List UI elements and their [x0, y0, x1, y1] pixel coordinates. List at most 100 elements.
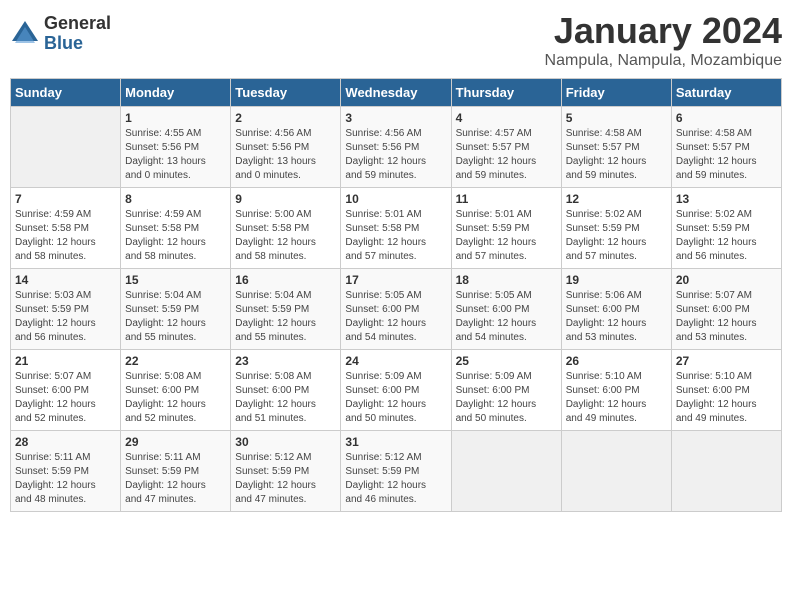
calendar-cell: 21 Sunrise: 5:07 AMSunset: 6:00 PMDayligh… — [11, 350, 121, 431]
calendar-week-row: 7Sunrise: 4:59 AMSunset: 5:58 PMDaylight… — [11, 188, 782, 269]
calendar-cell: 28 Sunrise: 5:11 AMSunset: 5:59 PMDayligh… — [11, 431, 121, 512]
day-number: 5 — [566, 111, 667, 125]
day-number: 20 — [676, 273, 777, 287]
calendar-cell: 20Sunrise: 5:07 AMSunset: 6:00 PMDayligh… — [671, 269, 781, 350]
calendar-cell: 29 Sunrise: 5:11 AMSunset: 5:59 PMDayligh… — [121, 431, 231, 512]
day-number: 8 — [125, 192, 226, 206]
day-number: 26 — [566, 354, 667, 368]
day-info: Sunrise: 5:09 AMSunset: 6:00 PMDaylight:… — [345, 370, 446, 426]
day-info: Sunrise: 5:07 AMSunset: 6:00 PMDaylight:… — [15, 370, 116, 426]
calendar-body: 1Sunrise: 4:55 AMSunset: 5:56 PMDaylight… — [11, 107, 782, 512]
header-row: SundayMondayTuesdayWednesdayThursdayFrid… — [11, 79, 782, 107]
logo-text: General Blue — [44, 14, 111, 54]
day-info: Sunrise: 4:58 AMSunset: 5:57 PMDaylight:… — [676, 127, 777, 183]
day-number: 22 — [125, 354, 226, 368]
calendar-cell: 11 Sunrise: 5:01 AMSunset: 5:59 PMDayligh… — [451, 188, 561, 269]
day-info: Sunrise: 5:11 AMSunset: 5:59 PMDaylight:… — [15, 451, 116, 507]
day-info: Sunrise: 5:10 AMSunset: 6:00 PMDaylight:… — [676, 370, 777, 426]
calendar-cell — [451, 431, 561, 512]
calendar-cell: 26 Sunrise: 5:10 AMSunset: 6:00 PMDayligh… — [561, 350, 671, 431]
calendar-cell: 27 Sunrise: 5:10 AMSunset: 6:00 PMDayligh… — [671, 350, 781, 431]
day-info: Sunrise: 5:02 AMSunset: 5:59 PMDaylight:… — [676, 208, 777, 264]
day-number: 9 — [235, 192, 336, 206]
calendar-table: SundayMondayTuesdayWednesdayThursdayFrid… — [10, 78, 782, 512]
header-cell-thursday: Thursday — [451, 79, 561, 107]
day-info: Sunrise: 5:01 AMSunset: 5:58 PMDaylight:… — [345, 208, 446, 264]
day-info: Sunrise: 5:04 AMSunset: 5:59 PMDaylight:… — [125, 289, 226, 345]
day-number: 31 — [345, 435, 446, 449]
day-info: Sunrise: 5:10 AMSunset: 6:00 PMDaylight:… — [566, 370, 667, 426]
day-info: Sunrise: 5:00 AMSunset: 5:58 PMDaylight:… — [235, 208, 336, 264]
day-number: 18 — [456, 273, 557, 287]
day-info: Sunrise: 5:02 AMSunset: 5:59 PMDaylight:… — [566, 208, 667, 264]
day-info: Sunrise: 5:08 AMSunset: 6:00 PMDaylight:… — [235, 370, 336, 426]
calendar-cell: 25Sunrise: 5:09 AMSunset: 6:00 PMDayligh… — [451, 350, 561, 431]
calendar-cell — [11, 107, 121, 188]
day-number: 30 — [235, 435, 336, 449]
calendar-cell: 8 Sunrise: 4:59 AMSunset: 5:58 PMDaylight… — [121, 188, 231, 269]
header-cell-saturday: Saturday — [671, 79, 781, 107]
calendar-cell: 4 Sunrise: 4:57 AMSunset: 5:57 PMDaylight… — [451, 107, 561, 188]
day-info: Sunrise: 5:01 AMSunset: 5:59 PMDaylight:… — [456, 208, 557, 264]
day-number: 15 — [125, 273, 226, 287]
day-number: 27 — [676, 354, 777, 368]
header-cell-tuesday: Tuesday — [231, 79, 341, 107]
calendar-cell: 19 Sunrise: 5:06 AMSunset: 6:00 PMDayligh… — [561, 269, 671, 350]
calendar-cell: 13Sunrise: 5:02 AMSunset: 5:59 PMDayligh… — [671, 188, 781, 269]
day-info: Sunrise: 4:59 AMSunset: 5:58 PMDaylight:… — [125, 208, 226, 264]
day-info: Sunrise: 5:09 AMSunset: 6:00 PMDaylight:… — [456, 370, 557, 426]
day-number: 28 — [15, 435, 116, 449]
day-info: Sunrise: 5:12 AMSunset: 5:59 PMDaylight:… — [345, 451, 446, 507]
day-number: 2 — [235, 111, 336, 125]
day-number: 16 — [235, 273, 336, 287]
calendar-cell: 7Sunrise: 4:59 AMSunset: 5:58 PMDaylight… — [11, 188, 121, 269]
day-info: Sunrise: 4:56 AMSunset: 5:56 PMDaylight:… — [235, 127, 336, 183]
day-info: Sunrise: 5:04 AMSunset: 5:59 PMDaylight:… — [235, 289, 336, 345]
header-cell-friday: Friday — [561, 79, 671, 107]
title-area: January 2024 Nampula, Nampula, Mozambiqu… — [545, 10, 782, 70]
day-number: 1 — [125, 111, 226, 125]
calendar-week-row: 21 Sunrise: 5:07 AMSunset: 6:00 PMDayligh… — [11, 350, 782, 431]
calendar-cell: 23 Sunrise: 5:08 AMSunset: 6:00 PMDayligh… — [231, 350, 341, 431]
day-number: 6 — [676, 111, 777, 125]
day-info: Sunrise: 4:57 AMSunset: 5:57 PMDaylight:… — [456, 127, 557, 183]
calendar-cell: 24Sunrise: 5:09 AMSunset: 6:00 PMDayligh… — [341, 350, 451, 431]
day-number: 10 — [345, 192, 446, 206]
day-number: 11 — [456, 192, 557, 206]
day-info: Sunrise: 5:05 AMSunset: 6:00 PMDaylight:… — [456, 289, 557, 345]
calendar-cell: 31 Sunrise: 5:12 AMSunset: 5:59 PMDayligh… — [341, 431, 451, 512]
day-number: 14 — [15, 273, 116, 287]
calendar-cell: 22Sunrise: 5:08 AMSunset: 6:00 PMDayligh… — [121, 350, 231, 431]
header-cell-monday: Monday — [121, 79, 231, 107]
header: General Blue January 2024 Nampula, Nampu… — [10, 10, 782, 70]
calendar-cell: 10 Sunrise: 5:01 AMSunset: 5:58 PMDayligh… — [341, 188, 451, 269]
calendar-header: SundayMondayTuesdayWednesdayThursdayFrid… — [11, 79, 782, 107]
calendar-week-row: 28 Sunrise: 5:11 AMSunset: 5:59 PMDayligh… — [11, 431, 782, 512]
day-info: Sunrise: 5:05 AMSunset: 6:00 PMDaylight:… — [345, 289, 446, 345]
calendar-cell: 18 Sunrise: 5:05 AMSunset: 6:00 PMDayligh… — [451, 269, 561, 350]
calendar-cell: 2 Sunrise: 4:56 AMSunset: 5:56 PMDaylight… — [231, 107, 341, 188]
day-number: 21 — [15, 354, 116, 368]
day-number: 19 — [566, 273, 667, 287]
calendar-cell: 6 Sunrise: 4:58 AMSunset: 5:57 PMDaylight… — [671, 107, 781, 188]
header-cell-sunday: Sunday — [11, 79, 121, 107]
calendar-cell: 16 Sunrise: 5:04 AMSunset: 5:59 PMDayligh… — [231, 269, 341, 350]
calendar-cell — [671, 431, 781, 512]
day-number: 4 — [456, 111, 557, 125]
day-info: Sunrise: 5:03 AMSunset: 5:59 PMDaylight:… — [15, 289, 116, 345]
calendar-cell — [561, 431, 671, 512]
logo-blue-text: Blue — [44, 34, 111, 54]
day-info: Sunrise: 4:59 AMSunset: 5:58 PMDaylight:… — [15, 208, 116, 264]
calendar-cell: 30Sunrise: 5:12 AMSunset: 5:59 PMDayligh… — [231, 431, 341, 512]
logo: General Blue — [10, 14, 111, 54]
day-info: Sunrise: 5:06 AMSunset: 6:00 PMDaylight:… — [566, 289, 667, 345]
calendar-week-row: 1Sunrise: 4:55 AMSunset: 5:56 PMDaylight… — [11, 107, 782, 188]
calendar-cell: 9 Sunrise: 5:00 AMSunset: 5:58 PMDaylight… — [231, 188, 341, 269]
day-info: Sunrise: 5:11 AMSunset: 5:59 PMDaylight:… — [125, 451, 226, 507]
calendar-cell: 14 Sunrise: 5:03 AMSunset: 5:59 PMDayligh… — [11, 269, 121, 350]
day-number: 17 — [345, 273, 446, 287]
calendar-cell: 1Sunrise: 4:55 AMSunset: 5:56 PMDaylight… — [121, 107, 231, 188]
day-number: 23 — [235, 354, 336, 368]
day-info: Sunrise: 4:56 AMSunset: 5:56 PMDaylight:… — [345, 127, 446, 183]
day-number: 29 — [125, 435, 226, 449]
